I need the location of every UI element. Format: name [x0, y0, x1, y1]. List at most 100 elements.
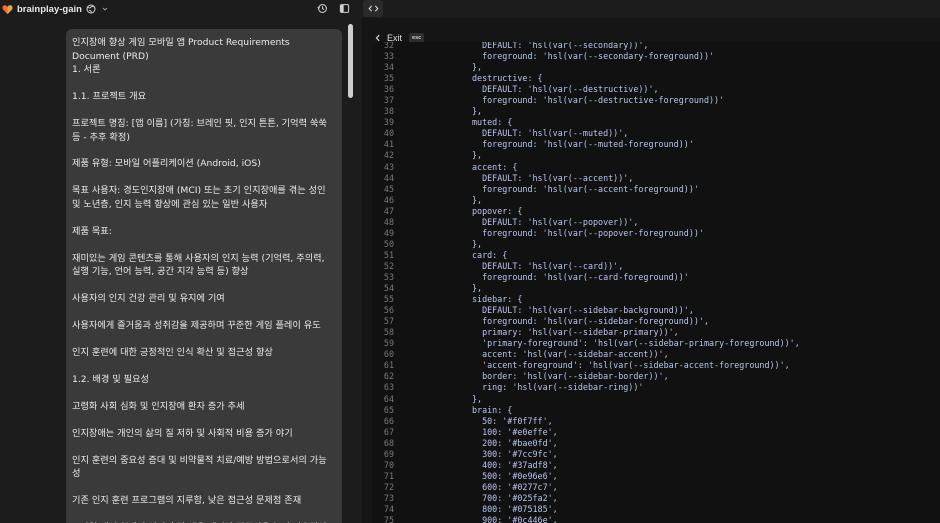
- code-text: border: 'hsl(var(--sidebar-border))',: [472, 371, 669, 382]
- code-line: 40 DEFAULT: 'hsl(var(--muted))',: [372, 128, 940, 139]
- line-number: 64: [383, 393, 394, 404]
- code-text: },: [472, 393, 483, 404]
- code-line: 47 popover: {: [372, 206, 940, 217]
- code-line: 59 'primary-foreground': 'hsl(var(--side…: [372, 338, 940, 349]
- message-paragraph: 1. 서론: [72, 64, 101, 76]
- code-lines: 32 DEFAULT: 'hsl(var(--secondary))', 33 f…: [372, 42, 940, 523]
- code-text: foreground: 'hsl(var(--secondary-foregro…: [472, 51, 715, 62]
- line-number: 62: [383, 371, 394, 382]
- code-text: },: [472, 150, 483, 161]
- line-number: 46: [383, 194, 394, 205]
- line-number: 50: [383, 238, 394, 249]
- code-text: muted: {: [472, 117, 513, 128]
- code-text: 50: '#f0f7ff',: [472, 415, 553, 426]
- code-line: 66 50: '#f0f7ff',: [372, 416, 940, 427]
- sidebar-toggle-icon[interactable]: [339, 3, 350, 14]
- code-line: 65 brain: {: [372, 405, 940, 416]
- code-text: 100: '#e0effe',: [472, 426, 558, 437]
- message-paragraph: 목표 사용자: 경도인지장애 (MCI) 또는 초기 인지장애를 겪는 성인 및…: [72, 185, 326, 210]
- code-line: 54},: [372, 283, 940, 294]
- message-paragraph: 1.2. 배경 및 필요성: [72, 373, 150, 385]
- code-line: 42},: [372, 150, 940, 161]
- line-number: 35: [383, 73, 394, 84]
- code-view-toggle-button[interactable]: [363, 0, 383, 17]
- code-line: 62 border: 'hsl(var(--sidebar-border))',: [372, 371, 940, 382]
- code-text: },: [472, 283, 483, 294]
- code-text: 300: '#7cc9fc',: [472, 448, 558, 459]
- code-text: DEFAULT: 'hsl(var(--accent))',: [472, 172, 634, 183]
- line-number: 61: [383, 360, 394, 371]
- code-text: primary: 'hsl(var(--sidebar-primary))',: [472, 327, 679, 338]
- code-line: 44 DEFAULT: 'hsl(var(--accent))',: [372, 173, 940, 184]
- code-icon: [368, 5, 378, 12]
- message-paragraph: 사용자의 인지 건강 관리 및 유지에 기여: [72, 293, 225, 305]
- line-number: 71: [383, 470, 394, 481]
- line-number: 44: [383, 172, 394, 183]
- message-paragraph: 제품 목표:: [72, 225, 112, 237]
- line-number: 38: [383, 106, 394, 117]
- code-text: DEFAULT: 'hsl(var(--muted))',: [472, 128, 629, 139]
- code-text: 700: '#025fa2',: [472, 492, 558, 503]
- message-paragraph: 제품 유형: 모바일 어플리케이션 (Android, iOS): [72, 158, 261, 170]
- code-line: 39 muted: {: [372, 117, 940, 128]
- message-bubble: 인지장애 향상 게임 모바일 앱 Product Requirements Do…: [66, 29, 342, 523]
- code-line: 37 foreground: 'hsl(var(--destructive-fo…: [372, 95, 940, 106]
- code-line: 35 destructive: {: [372, 73, 940, 84]
- line-number: 52: [383, 260, 394, 271]
- code-text: foreground: 'hsl(var(--sidebar-foregroun…: [472, 316, 709, 327]
- code-line: 58 primary: 'hsl(var(--sidebar-primary))…: [372, 327, 940, 338]
- code-text: },: [472, 62, 483, 73]
- history-icon[interactable]: [317, 3, 328, 14]
- line-number: 36: [383, 84, 394, 95]
- code-line: 60 accent: 'hsl(var(--sidebar-accent))',: [372, 349, 940, 360]
- chevron-down-icon[interactable]: [100, 4, 110, 14]
- code-text: foreground: 'hsl(var(--muted-foreground)…: [472, 139, 694, 150]
- chat-panel: 인지장애 향상 게임 모바일 앱 Product Requirements Do…: [0, 18, 362, 523]
- message-paragraph: 인지 훈련에 대한 긍정적인 인식 확산 및 접근성 향상: [72, 346, 273, 358]
- code-text: DEFAULT: 'hsl(var(--popover))',: [472, 216, 639, 227]
- code-line: 72 600: '#0277c7',: [372, 482, 940, 493]
- line-number: 60: [383, 349, 394, 360]
- code-line: 45 foreground: 'hsl(var(--accent-foregro…: [372, 184, 940, 195]
- code-editor[interactable]: 32 DEFAULT: 'hsl(var(--secondary))', 33 f…: [372, 42, 940, 523]
- code-line: 55 sidebar: {: [372, 294, 940, 305]
- globe-icon[interactable]: [86, 4, 96, 14]
- line-number: 57: [383, 316, 394, 327]
- message-paragraph: 프로젝트 명칭: [앱 이름] (가칭: 브레인 핏, 인지 튼튼, 기억력 쑥…: [72, 117, 327, 143]
- line-number: 49: [383, 227, 394, 238]
- code-text: popover: {: [472, 205, 523, 216]
- line-number: 32: [383, 42, 394, 50]
- code-line: 64},: [372, 394, 940, 405]
- line-number: 56: [383, 305, 394, 316]
- code-text: foreground: 'hsl(var(--accent-foreground…: [472, 183, 699, 194]
- code-line: 33 foreground: 'hsl(var(--secondary-fore…: [372, 51, 940, 62]
- message-paragraph: 사용자에게 즐거움과 성취감을 제공하며 꾸준한 게임 플레이 유도: [72, 320, 321, 332]
- code-text: ring: 'hsl(var(--sidebar-ring))': [472, 382, 644, 393]
- code-text: 200: '#bae0fd',: [472, 437, 558, 448]
- line-number: 74: [383, 503, 394, 514]
- line-number: 58: [383, 327, 394, 338]
- chevron-left-icon: [375, 34, 380, 42]
- line-number: 72: [383, 481, 394, 492]
- project-selector[interactable]: brainplay-gain: [2, 2, 110, 16]
- code-text: accent: 'hsl(var(--sidebar-accent))',: [472, 349, 669, 360]
- code-line: 69 300: '#7cc9fc',: [372, 449, 940, 460]
- chat-scrollbar-thumb[interactable]: [348, 24, 353, 98]
- code-line: 70 400: '#37adf8',: [372, 460, 940, 471]
- line-number: 55: [383, 294, 394, 305]
- code-line: 46},: [372, 195, 940, 206]
- code-text: sidebar: {: [472, 294, 523, 305]
- line-number: 73: [383, 492, 394, 503]
- code-text: },: [472, 194, 483, 205]
- code-text: 400: '#37adf8',: [472, 459, 558, 470]
- code-line: 63 ring: 'hsl(var(--sidebar-ring))': [372, 382, 940, 393]
- code-text: destructive: {: [472, 73, 543, 84]
- code-line: 51 card: {: [372, 250, 940, 261]
- code-text: DEFAULT: 'hsl(var(--card))',: [472, 260, 624, 271]
- code-line: 32 DEFAULT: 'hsl(var(--secondary))',: [372, 42, 940, 51]
- line-number: 33: [383, 51, 394, 62]
- code-line: 41 foreground: 'hsl(var(--muted-foregrou…: [372, 139, 940, 150]
- line-number: 40: [383, 128, 394, 139]
- message-paragraph: 인지장애 향상 게임 모바일 앱 Product Requirements Do…: [72, 37, 290, 62]
- code-line: 34},: [372, 62, 940, 73]
